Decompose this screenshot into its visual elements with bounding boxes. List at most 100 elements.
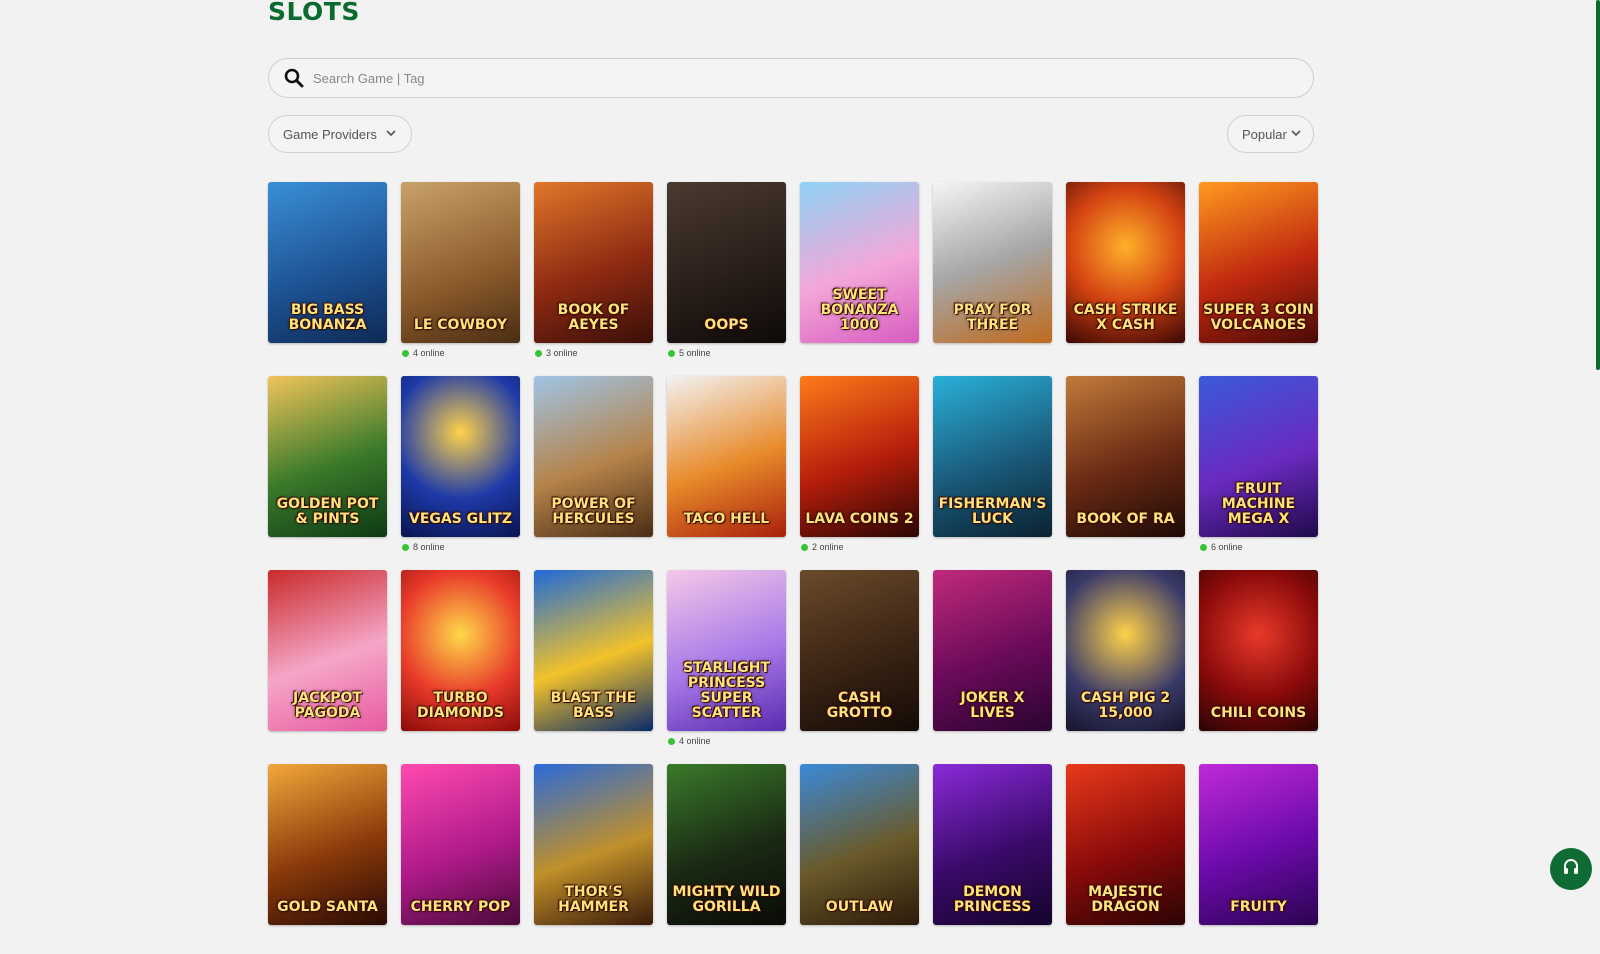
game-title: Taco Hell	[683, 511, 770, 527]
online-dot-icon	[402, 349, 409, 357]
game-tile[interactable]: Cash Pig 2 15,000	[1066, 570, 1185, 731]
game-tile[interactable]: Joker X Lives	[933, 570, 1052, 731]
game-tile[interactable]: Gold Santa	[268, 764, 387, 925]
games-row: Gold Santa Cherry Pop Thor's Hammer Mighty …	[268, 764, 1318, 954]
game-title: Outlaw	[825, 899, 894, 915]
game-tile[interactable]: Fruity	[1199, 764, 1318, 925]
game-tile[interactable]: Thor's Hammer	[534, 764, 653, 925]
online-dot-icon	[535, 349, 542, 357]
games-row: Jackpot Pagoda Turbo Diamonds Blast the Ba…	[268, 570, 1318, 760]
game-tile[interactable]: Power of Hercules	[534, 376, 653, 537]
game-tile[interactable]: Super 3 Coin Volcanoes	[1199, 182, 1318, 343]
game-title: Book of Aeyes	[557, 302, 630, 333]
game-tile[interactable]: Turbo Diamonds	[401, 570, 520, 731]
game-title: Pray for Three	[953, 302, 1032, 333]
game-title: Vegas Glitz	[408, 511, 512, 527]
game-tile[interactable]: Starlight Princess Super Scatter	[667, 570, 786, 731]
game-tile[interactable]: Book of Aeyes	[534, 182, 653, 343]
game-title: Demon Princess	[953, 884, 1032, 915]
online-dot-icon	[668, 737, 675, 745]
game-tile[interactable]: Mighty Wild Gorilla	[667, 764, 786, 925]
online-count: 3 online	[535, 348, 578, 358]
online-count-label: 4 online	[413, 348, 445, 358]
game-title: Fruit Machine Mega X	[1221, 481, 1296, 527]
game-title: Joker X Lives	[960, 690, 1025, 721]
game-tile[interactable]: Big Bass Bonanza	[268, 182, 387, 343]
support-chat-button[interactable]	[1550, 848, 1592, 890]
search-input[interactable]	[311, 69, 1313, 87]
game-title: Blast the Bass	[550, 690, 637, 721]
game-tile[interactable]: Pray for Three	[933, 182, 1052, 343]
game-title: Chili Coins	[1210, 705, 1307, 721]
game-tile[interactable]: Cherry Pop	[401, 764, 520, 925]
game-tile[interactable]: Le Cowboy	[401, 182, 520, 343]
game-title: Cash Strike X Cash	[1073, 302, 1178, 333]
game-title: Gold Santa	[277, 899, 378, 915]
online-count: 2 online	[801, 542, 844, 552]
game-tile[interactable]: Sweet Bonanza 1000	[800, 182, 919, 343]
game-providers-dropdown[interactable]: Game Providers	[268, 115, 412, 153]
game-title: Lava Coins 2	[805, 511, 914, 527]
game-title: Jackpot Pagoda	[293, 690, 362, 721]
online-dot-icon	[668, 349, 675, 357]
search-icon	[283, 67, 305, 89]
sort-dropdown[interactable]: Popular	[1227, 115, 1314, 153]
game-tile[interactable]: Fisherman's Luck	[933, 376, 1052, 537]
game-tile[interactable]: Book of Ra	[1066, 376, 1185, 537]
online-dot-icon	[801, 543, 808, 551]
game-title: Fruity	[1230, 899, 1287, 915]
game-tile[interactable]: Fruit Machine Mega X	[1199, 376, 1318, 537]
online-count: 4 online	[668, 736, 711, 746]
online-dot-icon	[402, 543, 409, 551]
game-tile[interactable]: Cash Strike X Cash	[1066, 182, 1185, 343]
games-row: Golden Pot & Pints Vegas Glitz 8 online Pow…	[268, 376, 1318, 566]
game-title: Cash Pig 2 15,000	[1080, 690, 1171, 721]
headset-icon	[1562, 858, 1580, 881]
online-count-label: 4 online	[679, 736, 711, 746]
online-count-label: 3 online	[546, 348, 578, 358]
game-title: Oops	[704, 317, 749, 333]
search-bar[interactable]	[268, 58, 1314, 98]
game-providers-label: Game Providers	[283, 126, 377, 142]
game-tile[interactable]: Golden Pot & Pints	[268, 376, 387, 537]
game-title: Book of Ra	[1076, 511, 1175, 527]
game-title: Big Bass Bonanza	[288, 302, 367, 333]
online-count: 6 online	[1200, 542, 1243, 552]
game-title: Golden Pot & Pints	[276, 496, 379, 527]
game-title: Mighty Wild Gorilla	[672, 884, 781, 915]
game-tile[interactable]: Vegas Glitz	[401, 376, 520, 537]
online-count: 5 online	[668, 348, 711, 358]
game-title: Super 3 Coin Volcanoes	[1203, 302, 1314, 333]
game-title: Starlight Princess Super Scatter	[682, 660, 771, 721]
game-tile[interactable]: Outlaw	[800, 764, 919, 925]
game-tile[interactable]: Jackpot Pagoda	[268, 570, 387, 731]
online-count-label: 6 online	[1211, 542, 1243, 552]
game-title: Le Cowboy	[413, 317, 508, 333]
game-tile[interactable]: Lava Coins 2	[800, 376, 919, 537]
page-title: SLOTS	[268, 0, 360, 26]
game-title: Cash Grotto	[826, 690, 893, 721]
online-count-label: 2 online	[812, 542, 844, 552]
sort-label: Popular	[1242, 126, 1287, 142]
game-tile[interactable]: Demon Princess	[933, 764, 1052, 925]
game-tile[interactable]: Taco Hell	[667, 376, 786, 537]
game-tile[interactable]: Blast the Bass	[534, 570, 653, 731]
online-dot-icon	[1200, 543, 1207, 551]
online-count: 4 online	[402, 348, 445, 358]
chevron-down-icon	[1290, 127, 1302, 142]
online-count: 8 online	[402, 542, 445, 552]
game-tile[interactable]: Oops	[667, 182, 786, 343]
game-title: Turbo Diamonds	[417, 690, 504, 721]
game-tile[interactable]: Cash Grotto	[800, 570, 919, 731]
online-count-label: 5 online	[679, 348, 711, 358]
online-count-label: 8 online	[413, 542, 445, 552]
chevron-down-icon	[385, 127, 397, 142]
game-title: Fisherman's Luck	[938, 496, 1047, 527]
game-title: Majestic Dragon	[1088, 884, 1163, 915]
page-scrollbar[interactable]	[1596, 0, 1600, 370]
game-title: Sweet Bonanza 1000	[820, 287, 899, 333]
game-tile[interactable]: Chili Coins	[1199, 570, 1318, 731]
game-title: Power of Hercules	[551, 496, 636, 527]
game-tile[interactable]: Majestic Dragon	[1066, 764, 1185, 925]
games-row: Big Bass Bonanza Le Cowboy 4 online Book of…	[268, 182, 1318, 372]
